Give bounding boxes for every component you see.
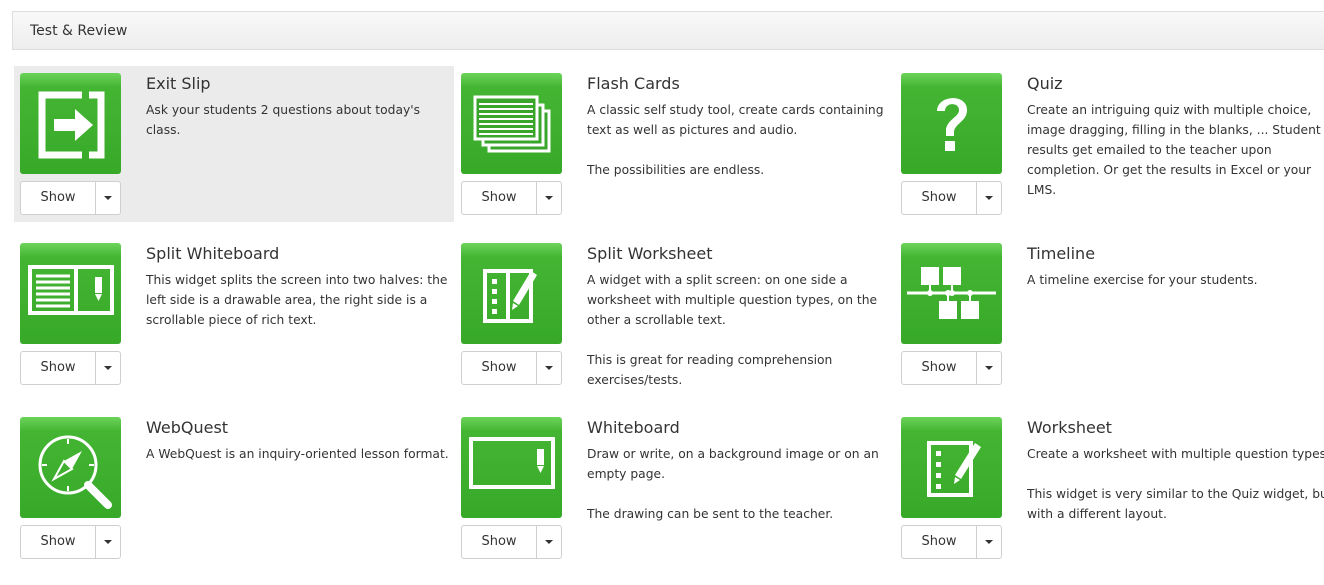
show-button[interactable]: Show — [902, 526, 977, 558]
show-dropdown-toggle[interactable] — [95, 352, 120, 384]
show-dropdown-toggle[interactable] — [976, 526, 1001, 558]
widget-tile-webquest[interactable]: Show WebQuest A WebQuest is an inquiry-o… — [14, 410, 454, 566]
show-button-group: Show — [461, 525, 562, 559]
widget-title: Quiz — [1027, 74, 1063, 93]
whiteboard-icon — [461, 417, 562, 518]
widget-description: A WebQuest is an inquiry-oriented lesson… — [146, 444, 451, 464]
widget-title: Whiteboard — [587, 418, 680, 437]
widget-title: WebQuest — [146, 418, 229, 437]
widget-description-text: A classic self study tool, create cards … — [587, 103, 884, 137]
show-button-group: Show — [901, 525, 1002, 559]
show-dropdown-toggle[interactable] — [536, 352, 561, 384]
widget-description-text: Draw or write, on a background image or … — [587, 447, 879, 481]
widget-tile-whiteboard[interactable]: Show Whiteboard Draw or write, on a back… — [455, 410, 895, 566]
widget-tile-quiz[interactable]: Show Quiz Create an intriguing quiz with… — [895, 66, 1324, 222]
show-button-group: Show — [461, 181, 562, 215]
widget-tile-timeline[interactable]: Show Timeline A timeline exercise for yo… — [895, 236, 1324, 392]
widget-description-text: This widget is very similar to the Quiz … — [1027, 487, 1324, 521]
widget-tile-split-worksheet[interactable]: Show Split Worksheet A widget with a spl… — [455, 236, 895, 392]
widget-description: Create a worksheet with multiple questio… — [1027, 444, 1324, 524]
widget-description-text: A timeline exercise for your students. — [1027, 273, 1258, 287]
show-button-group: Show — [20, 351, 121, 385]
widget-title: Flash Cards — [587, 74, 680, 93]
show-button-group: Show — [20, 181, 121, 215]
widget-description-text: This widget splits the screen into two h… — [146, 273, 448, 327]
widget-description-text: Ask your students 2 questions about toda… — [146, 103, 421, 137]
widget-description-text: The possibilities are endless. — [587, 163, 765, 177]
widget-description: Create an intriguing quiz with multiple … — [1027, 100, 1324, 200]
widget-description: This widget splits the screen into two h… — [146, 270, 451, 330]
widget-description-text: The drawing can be sent to the teacher. — [587, 507, 834, 521]
widget-description-text: A WebQuest is an inquiry-oriented lesson… — [146, 447, 449, 461]
show-button-group: Show — [461, 351, 562, 385]
section-title: Test & Review — [30, 23, 128, 39]
widget-tile-worksheet[interactable]: Show Worksheet Create a worksheet with m… — [895, 410, 1324, 566]
show-dropdown-toggle[interactable] — [95, 526, 120, 558]
show-dropdown-toggle[interactable] — [976, 352, 1001, 384]
flash-cards-icon — [461, 73, 562, 174]
widget-description-text: Create a worksheet with multiple questio… — [1027, 447, 1324, 461]
show-button[interactable]: Show — [902, 182, 977, 214]
show-button-group: Show — [901, 351, 1002, 385]
show-dropdown-toggle[interactable] — [976, 182, 1001, 214]
show-button-group: Show — [901, 181, 1002, 215]
question-mark-icon — [901, 73, 1002, 174]
show-dropdown-toggle[interactable] — [536, 526, 561, 558]
split-worksheet-icon — [461, 243, 562, 344]
show-button[interactable]: Show — [462, 182, 537, 214]
widget-description: A timeline exercise for your students. — [1027, 270, 1324, 290]
exit-icon — [20, 73, 121, 174]
widget-tile-split-whiteboard[interactable]: Show Split Whiteboard This widget splits… — [14, 236, 454, 392]
show-button[interactable]: Show — [462, 352, 537, 384]
split-whiteboard-icon — [20, 243, 121, 344]
widget-description: A widget with a split screen: on one sid… — [587, 270, 892, 390]
section-header: Test & Review — [12, 11, 1324, 50]
show-dropdown-toggle[interactable] — [95, 182, 120, 214]
widget-title: Split Worksheet — [587, 244, 713, 263]
worksheet-icon — [901, 417, 1002, 518]
widget-tile-exit-slip[interactable]: Show Exit Slip Ask your students 2 quest… — [14, 66, 454, 222]
widget-title: Timeline — [1027, 244, 1096, 263]
widget-description: Draw or write, on a background image or … — [587, 444, 892, 524]
show-button-group: Show — [20, 525, 121, 559]
show-button[interactable]: Show — [21, 352, 96, 384]
show-button[interactable]: Show — [462, 526, 537, 558]
show-button[interactable]: Show — [902, 352, 977, 384]
show-dropdown-toggle[interactable] — [536, 182, 561, 214]
widget-description-text: Create an intriguing quiz with multiple … — [1027, 103, 1321, 197]
widget-title: Worksheet — [1027, 418, 1112, 437]
widget-title: Exit Slip — [146, 74, 211, 93]
widget-description: A classic self study tool, create cards … — [587, 100, 892, 180]
widget-tile-flash-cards[interactable]: Show Flash Cards A classic self study to… — [455, 66, 895, 222]
compass-search-icon — [20, 417, 121, 518]
widget-description: Ask your students 2 questions about toda… — [146, 100, 451, 140]
widget-description-text: A widget with a split screen: on one sid… — [587, 273, 878, 327]
show-button[interactable]: Show — [21, 182, 96, 214]
show-button[interactable]: Show — [21, 526, 96, 558]
timeline-icon — [901, 243, 1002, 344]
widget-description-text: This is great for reading comprehension … — [587, 353, 833, 387]
widget-title: Split Whiteboard — [146, 244, 280, 263]
